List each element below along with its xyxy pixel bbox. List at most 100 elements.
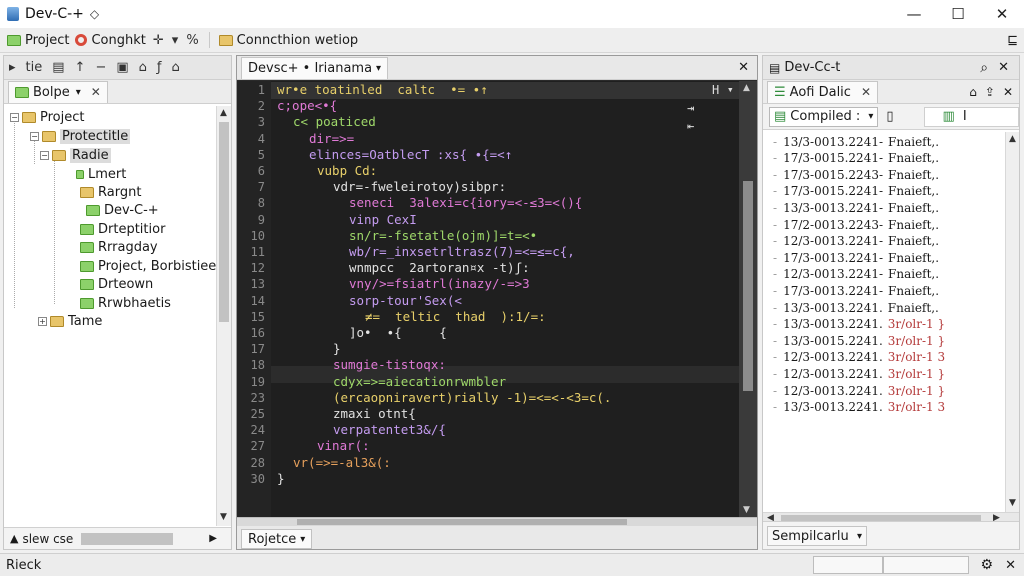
home-icon[interactable]: ⌂ [134,60,152,75]
scroll-down-icon[interactable]: ▼ [743,505,750,515]
chevron-down-icon[interactable]: ▾ [76,87,81,98]
tree-item-rargnt[interactable]: Rargnt [80,183,141,201]
tree-item-protectitle[interactable]: − Protectitle [30,127,131,145]
panel-menu-icon[interactable]: ▤ [769,61,780,75]
log-row[interactable]: -12/3-0013.2241- Fnaieft,. [773,267,939,282]
log-row[interactable]: -17/2-0013.2243- Fnaieft,. [773,217,939,232]
project-menu-button[interactable]: Project [4,28,72,52]
chevron-down-icon[interactable]: ▾ [300,534,305,545]
tree-item-devc[interactable]: Dev-C-+ [86,201,159,219]
footer-tool-icon[interactable]: ▲ [10,532,18,545]
scroll-down-icon[interactable]: ▼ [220,512,227,522]
scroll-down-icon[interactable]: ▼ [1009,498,1016,508]
log-row[interactable]: -13/3-0013.2241. Fnaieft,. [773,300,939,315]
code-line[interactable]: vny/>=fsiatrl(inazy/-=>3 [349,276,530,291]
format-tool-icon[interactable]: Η [712,83,719,97]
bookmark-icon[interactable]: ⌂ [167,60,185,75]
close-icon[interactable]: ✕ [998,60,1009,75]
log-row[interactable]: -13/3-0013.2241- Fnaieft,. [773,200,939,215]
log-row[interactable]: -13/3-0013.2241. 3r/olr-1 } [773,317,945,332]
log-row[interactable]: -12/3-0013.2241. 3r/olr-1 } [773,383,945,398]
code-line[interactable]: vdr=-fweleirotoy)sibpr: [333,179,506,194]
scroll-thumb[interactable] [743,181,753,391]
align-icon[interactable]: ⇤ [687,119,694,133]
log-row[interactable]: -17/3-0015.2241- Fnaieft,. [773,151,939,166]
tie-button[interactable]: tie [21,60,48,75]
log-row[interactable]: -13/3-0013.2241- Fnaieft,. [773,134,939,149]
expand-toggle[interactable]: + [38,316,47,326]
collapse-toggle[interactable]: − [40,150,49,160]
export-icon[interactable]: ⇪ [985,85,995,99]
scroll-up-icon[interactable]: ▲ [743,83,750,93]
filter-icon[interactable]: ▯ [886,109,893,124]
filter-field[interactable]: ▥ I [923,106,1019,127]
code-line[interactable]: zmaxi otnt{ [333,406,416,421]
grid-icon[interactable]: ▣ [111,60,133,75]
code-line[interactable]: elinces=OatblecT :xs{ ∙{=<↑ [309,147,512,162]
code-line[interactable]: wnmpcc 2artoran¤x -t)ʃ: [349,260,530,275]
back-icon[interactable]: ▸ [4,60,21,75]
tree-item-drteown[interactable]: Drteown [80,275,153,293]
close-icon[interactable]: ✕ [1005,558,1016,573]
code-area[interactable]: 1 2 3 4 5 6 7 8 9 10 11 12 13 14 15 16 17 18 19 23 25 24 27 28 3… [237,81,741,519]
sempilcarlu-dropdown[interactable]: Sempilcarlu ▾ [767,526,867,546]
code-line[interactable]: } [333,341,341,356]
tree-item-project[interactable]: − Project [10,108,84,126]
collapse-toggle[interactable]: − [10,112,19,122]
log-row[interactable]: -12/3-0013.2241- Fnaieft,. [773,234,939,249]
horizontal-scroll-thumb[interactable] [81,532,174,545]
code-line[interactable]: vr(=>=-al3&(: [293,455,391,470]
list-icon[interactable]: ▤ [47,60,69,75]
tree-item-tame[interactable]: + Tame [38,312,102,330]
code-line[interactable]: vubp Cd: [317,163,377,178]
log-row[interactable]: -17/3-0013.2241- Fnaieft,. [773,250,939,265]
code-line[interactable]: sumgie-tistoqx: [333,357,446,372]
tab-rojetce[interactable]: Rojetce ▾ [241,529,313,549]
code-line[interactable]: dir=>= [309,131,354,146]
tree-item-rrragday[interactable]: Rrragday [80,238,158,256]
chevron-down-icon[interactable]: ▾ [376,63,381,74]
scroll-right-icon[interactable]: ▶ [209,533,217,544]
log-row[interactable]: -12/3-0013.2241. 3r/olr-1 } [773,366,945,381]
chevron-down-icon[interactable]: ▾ [868,111,873,122]
code-line[interactable]: c;ope<•{ [277,98,337,113]
tab-aofi-dalic[interactable]: ☰ Aofi Dalic ✕ [767,80,879,103]
code-line[interactable]: ]o• ∙{ { [349,325,447,340]
code-line[interactable]: (ercaopniravert)rially -1)=<=<-<3=c(. [333,390,611,405]
code-line[interactable]: wr•e toatinled caltc •= ∙↑ [277,82,488,97]
compile-menu-button[interactable]: Conghkt [72,28,148,52]
function-icon[interactable]: ƒ [152,60,167,75]
collapse-toggle[interactable]: − [30,131,39,141]
code-line[interactable]: wb/r=_inxsetrltrasz(7)=<=≤=c{, [349,244,575,259]
chevron-down-icon[interactable]: ▾ [727,83,734,96]
code-line[interactable]: c< poaticed [293,114,376,129]
scroll-thumb[interactable] [219,122,229,322]
tree-item-rrwbhaetis[interactable]: Rrwbhaetis [80,294,171,312]
tab-devsc-irianama[interactable]: Devsc+ • Irianama ▾ [241,56,389,79]
collapse-icon[interactable]: − [90,60,111,75]
close-icon[interactable]: ✕ [91,85,101,99]
log-row[interactable]: -17/3-0013.2241- Fnaieft,. [773,283,939,298]
log-row[interactable]: -17/3-0015.2241- Fnaieft,. [773,184,939,199]
search-icon[interactable]: ⌕ [980,60,988,76]
log-scrollbar[interactable]: ▲ ▼ [1005,132,1019,512]
log-row[interactable]: -17/3-0015.2243- Fnaieft,. [773,167,939,182]
code-line[interactable]: ≠= teltic thad ):1/=: [365,309,546,324]
tree-item-radie[interactable]: − Radie [40,146,111,164]
tree-item-drteptitior[interactable]: Drteptitior [80,220,165,238]
connection-menu-button[interactable]: Conncthion wetiop [216,28,361,52]
code-line[interactable]: } [277,471,285,486]
close-icon[interactable]: ✕ [1003,85,1013,99]
tab-bolpe[interactable]: Bolpe ▾ ✕ [8,80,108,103]
scroll-up-icon[interactable]: ▲ [220,108,227,118]
code-line[interactable]: sn/r=-fsetatle(ojm)]=t=<• [349,228,537,243]
horizontal-scrollbar[interactable] [237,518,757,526]
split-icon[interactable]: ⇥ [687,101,694,115]
chevron-down-icon[interactable]: ▾ [857,531,862,542]
tree-scrollbar[interactable]: ▲ ▼ [216,106,231,526]
maximize-button[interactable]: ☐ [936,0,980,28]
tree-item-project-borbistiee[interactable]: Project, Borbistiee [80,257,216,275]
code-line[interactable]: seneci 3alexi=c{iory=<-≤3=<(){ [349,195,582,210]
home-icon[interactable]: ⌂ [969,85,977,99]
code-line[interactable]: vinar(: [317,438,370,453]
